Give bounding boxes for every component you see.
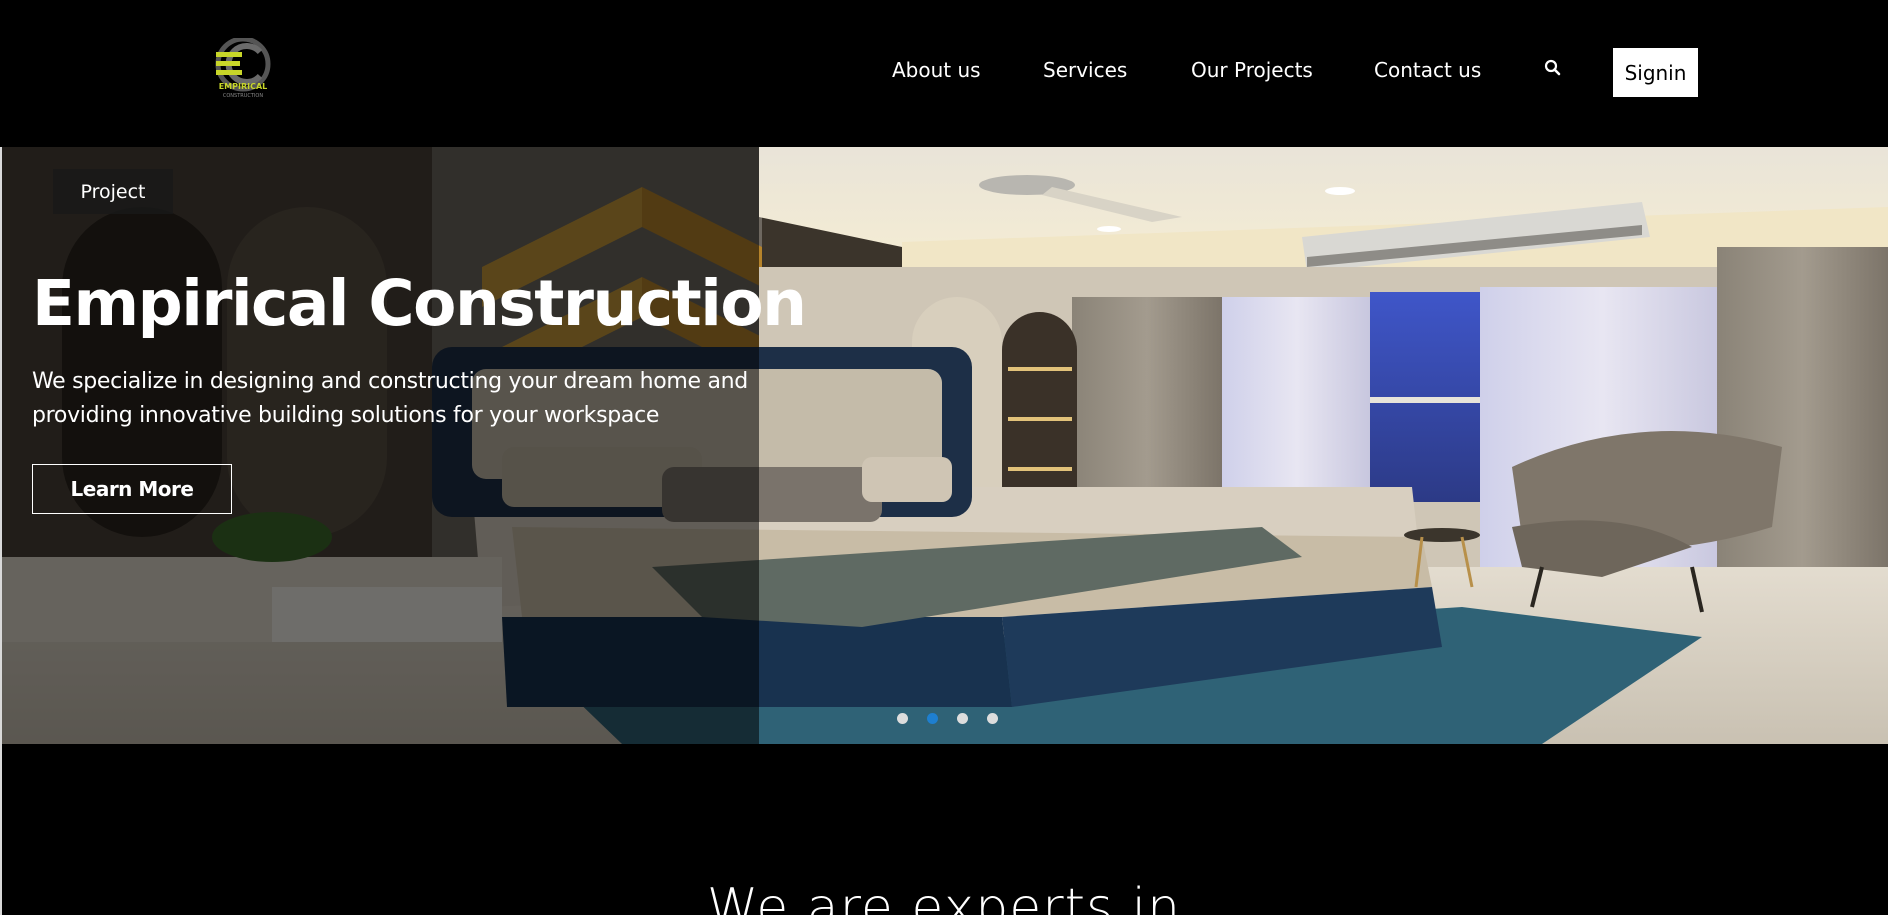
site-header: EMPIRICAL CONSTRUCTION About us Services… — [0, 0, 1888, 147]
logo-subtext: CONSTRUCTION — [223, 93, 263, 99]
carousel-dot-2[interactable] — [927, 713, 938, 724]
hero-text-overlay — [2, 147, 759, 744]
project-tag: Project — [53, 169, 173, 214]
hero-carousel: Project Empirical Construction We specia… — [2, 147, 1888, 744]
main-nav: About us Services Our Projects Contact u… — [0, 58, 1888, 88]
hero-description: We specialize in designing and construct… — [32, 369, 748, 428]
nav-services[interactable]: Services — [1043, 58, 1127, 82]
nav-about-us[interactable]: About us — [892, 58, 981, 82]
nav-contact-us[interactable]: Contact us — [1374, 58, 1481, 82]
learn-more-button[interactable]: Learn More — [32, 464, 232, 514]
nav-our-projects[interactable]: Our Projects — [1191, 58, 1313, 82]
page: EMPIRICAL CONSTRUCTION About us Services… — [0, 0, 1888, 915]
search-icon[interactable] — [1543, 58, 1563, 78]
carousel-dot-4[interactable] — [987, 713, 998, 724]
hero-title: Empirical Construction — [32, 267, 807, 340]
section-heading: We are experts in — [706, 878, 1182, 915]
signin-button[interactable]: Signin — [1613, 48, 1698, 97]
carousel-dot-3[interactable] — [957, 713, 968, 724]
carousel-dot-1[interactable] — [897, 713, 908, 724]
